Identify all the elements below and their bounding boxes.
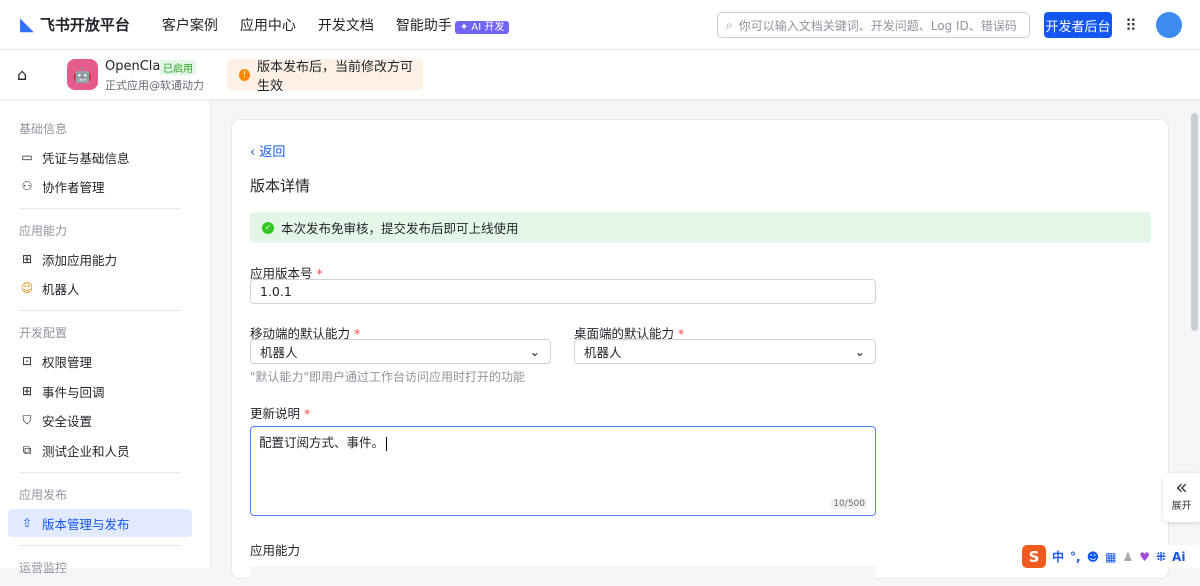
event-icon: ⊞	[21, 384, 33, 398]
nav-app-center[interactable]: 应用中心	[240, 15, 296, 35]
search-placeholder: 你可以输入文档关键词、开发问题、Log ID、错误码	[738, 18, 1017, 33]
nav-customer-cases[interactable]: 客户案例	[162, 15, 218, 35]
sidebar-item-label: 添加应用能力	[42, 252, 118, 268]
divider	[19, 208, 181, 209]
sidebar-item-label: 协作者管理	[42, 179, 105, 195]
sidebar-item-label: 凭证与基础信息	[42, 150, 130, 166]
select-value: 机器人	[584, 345, 622, 360]
apps-add-icon: ⊞	[21, 252, 33, 266]
success-text: 本次发布免审核，提交发布后即可上线使用	[281, 221, 519, 236]
version-detail-card: ‹ 返回 版本详情 ✓ 本次发布免审核，提交发布后即可上线使用 应用版本号 * 1…	[231, 119, 1169, 586]
user-add-icon: ⚇	[21, 179, 33, 193]
mobile-default-select[interactable]: 机器人 ⌄	[250, 339, 551, 364]
app-subtitle: 正式应用@软通动力	[105, 79, 204, 92]
emoji-icon[interactable]: ☻	[1087, 550, 1100, 564]
brand-logo[interactable]: ◣ 飞书开放平台	[20, 14, 130, 35]
sidebar-item-label: 权限管理	[42, 354, 93, 370]
ime-toolbar: S 中 °, ☻ ▦ ♟ ♥ ⁜ Ai	[1022, 545, 1200, 568]
back-label: 返回	[259, 145, 286, 160]
search-icon: ⌕	[726, 17, 733, 32]
sidebar-item-version-release[interactable]: ⇧ 版本管理与发布	[8, 509, 192, 537]
sidebar-section-title: 应用能力	[19, 224, 68, 238]
sidebar-item-add-capability[interactable]: ⊞ 添加应用能力	[8, 245, 192, 273]
version-input[interactable]: 1.0.1	[250, 279, 876, 304]
label-text: 更新说明	[250, 406, 301, 421]
nav-assistant-label: 智能助手	[395, 17, 452, 34]
capability-box	[250, 566, 876, 586]
select-value: 机器人	[260, 345, 298, 360]
required-mark: *	[304, 406, 311, 421]
back-link[interactable]: ‹ 返回	[250, 141, 285, 160]
sogou-icon[interactable]: S	[1022, 545, 1046, 568]
robot-app-icon: 🤖	[67, 59, 98, 90]
sidebar-section-title: 开发配置	[19, 326, 68, 340]
sidebar-item-test-tenant[interactable]: ⧉ 测试企业和人员	[8, 436, 192, 464]
expand-button[interactable]: « 展开	[1163, 473, 1200, 522]
divider	[19, 472, 181, 473]
sidebar-section-title: 应用发布	[19, 488, 68, 502]
page-title: 版本详情	[250, 177, 311, 195]
capability-label: 应用能力	[250, 543, 301, 558]
app-bar: ⌂ 🤖 OpenClaw 已启用 正式应用@软通动力 ! 版本发布后，当前修改方可…	[0, 50, 1200, 100]
feishu-logo-icon: ◣	[20, 14, 34, 35]
shield-icon: ⛉	[22, 412, 32, 427]
nav-dev-docs[interactable]: 开发文档	[318, 15, 374, 35]
warning-icon: !	[239, 68, 250, 81]
dev-console-button[interactable]: 开发者后台	[1044, 12, 1112, 38]
skin-icon[interactable]: ♥	[1139, 550, 1150, 564]
expand-label: 展开	[1171, 501, 1192, 512]
textarea-value: 配置订阅方式、事件。	[259, 435, 385, 450]
ime-punct[interactable]: °,	[1070, 550, 1081, 564]
sidebar-item-label: 事件与回调	[42, 384, 105, 400]
notes-label: 更新说明 *	[250, 403, 310, 422]
sidebar-item-label: 测试企业和人员	[42, 443, 130, 459]
scrollbar-thumb[interactable]	[1191, 113, 1198, 331]
desktop-default-select[interactable]: 机器人 ⌄	[574, 339, 876, 364]
notice-text: 版本发布后，当前修改方可生效	[256, 59, 413, 94]
sidebar-item-credentials[interactable]: ▭ 凭证与基础信息	[8, 143, 192, 171]
search-input[interactable]: ⌕ 你可以输入文档关键词、开发问题、Log ID、错误码	[717, 12, 1030, 38]
publish-notice: ! 版本发布后，当前修改方可生效	[227, 59, 423, 94]
lock-icon: ⊡	[21, 354, 33, 368]
sidebar: 基础信息 ▭ 凭证与基础信息 ⚇ 协作者管理 应用能力 ⊞ 添加应用能力 ☺ 机器人 开…	[0, 101, 211, 575]
char-count: 10/500	[831, 499, 867, 509]
ime-lang[interactable]: 中	[1052, 548, 1064, 565]
user-icon[interactable]: ♟	[1122, 550, 1133, 564]
double-chevron-left-icon: «	[1175, 475, 1188, 499]
sidebar-item-events[interactable]: ⊞ 事件与回调	[8, 377, 192, 405]
sidebar-item-collaborators[interactable]: ⚇ 协作者管理	[8, 172, 192, 200]
upload-icon: ⇧	[21, 516, 33, 530]
divider	[19, 545, 181, 546]
top-bar: ◣ 飞书开放平台 客户案例 应用中心 开发文档 智能助手 ✦ AI 开发 ⌕ 你可以输…	[0, 0, 1200, 50]
sidebar-item-permissions[interactable]: ⊡ 权限管理	[8, 347, 192, 375]
keyboard-icon[interactable]: ▦	[1105, 550, 1116, 564]
robot-icon: ☺	[20, 281, 34, 295]
chevron-left-icon: ‹	[250, 145, 260, 160]
chevron-down-icon: ⌄	[854, 344, 865, 359]
grid-icon[interactable]: ⁜	[1156, 550, 1166, 564]
avatar[interactable]	[1156, 12, 1182, 38]
id-card-icon: ▭	[21, 150, 33, 164]
ai-badge: ✦ AI 开发	[454, 20, 510, 34]
sidebar-item-bot[interactable]: ☺ 机器人	[8, 274, 192, 302]
check-circle-icon: ✓	[262, 221, 274, 234]
chevron-down-icon: ⌄	[529, 344, 540, 359]
code-icon: ⧉	[22, 442, 32, 457]
success-alert: ✓ 本次发布免审核，提交发布后即可上线使用	[250, 212, 1151, 243]
divider	[19, 310, 181, 311]
default-capability-hint: "默认能力"即用户通过工作台访问应用时打开的功能	[250, 370, 526, 384]
sidebar-section-title: 基础信息	[19, 122, 68, 136]
ime-ai[interactable]: Ai	[1172, 550, 1185, 564]
sidebar-item-label: 机器人	[42, 281, 80, 297]
sidebar-item-label: 安全设置	[42, 413, 93, 429]
apps-grid-icon[interactable]: ⠿	[1125, 16, 1137, 35]
home-icon[interactable]: ⌂	[17, 65, 27, 84]
release-notes-textarea[interactable]: 配置订阅方式、事件。 10/500	[250, 426, 876, 516]
sidebar-item-label: 版本管理与发布	[42, 516, 130, 532]
sidebar-item-security[interactable]: ⛉ 安全设置	[8, 406, 192, 434]
text-caret	[386, 436, 388, 451]
nav-assistant[interactable]: 智能助手 ✦ AI 开发	[396, 15, 510, 35]
status-badge: 已启用	[160, 60, 196, 75]
